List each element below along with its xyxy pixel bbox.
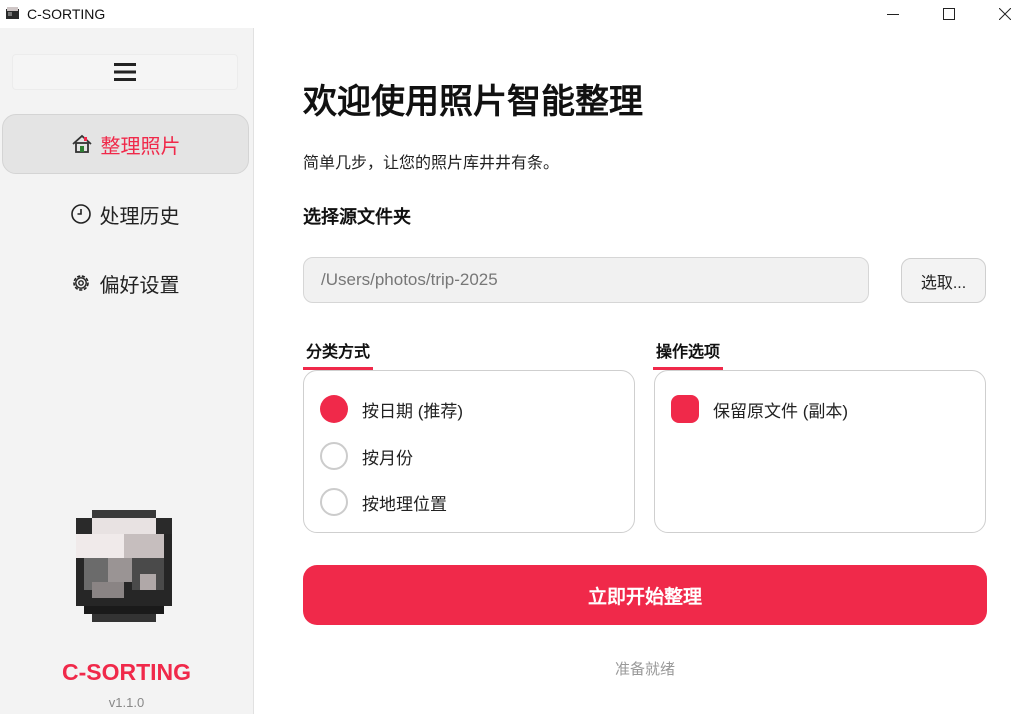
hamburger-menu-button[interactable] — [12, 54, 238, 90]
operation-options-heading: 操作选项 — [653, 338, 724, 370]
version-label: v1.1.0 — [108, 695, 145, 710]
gear-icon — [70, 272, 92, 294]
radio-unselected-icon — [320, 442, 348, 470]
maximize-icon — [943, 8, 955, 20]
option-label: 按地理位置 — [362, 494, 447, 514]
checkbox-checked-icon — [671, 395, 699, 423]
option-label: 按日期 (推荐) — [362, 401, 464, 421]
clock-icon — [70, 203, 92, 225]
operation-options-card: 保留原文件 (副本) — [654, 370, 986, 533]
sidebar-item-preferences[interactable]: 偏好设置 — [2, 254, 247, 312]
sort-option-by-location[interactable]: 按地理位置 — [320, 487, 447, 517]
minimize-icon — [887, 14, 899, 15]
sidebar: 整理照片 处理历史 偏好设置 C-SORTING v1.1.0 — [0, 28, 254, 714]
sidebar-item-label: 整理照片 — [100, 135, 181, 158]
source-folder-input[interactable] — [303, 257, 869, 303]
page-title: 欢迎使用照片智能整理 — [303, 83, 643, 121]
sort-option-by-date[interactable]: 按日期 (推荐) — [320, 394, 463, 424]
status-text: 准备就绪 — [614, 661, 675, 678]
app-logo — [76, 510, 172, 622]
radio-selected-icon — [320, 395, 348, 423]
source-folder-heading: 选择源文件夹 — [303, 207, 411, 227]
sidebar-item-label: 处理历史 — [99, 205, 180, 228]
radio-unselected-icon — [320, 488, 348, 516]
window-title: C-SORTING — [27, 6, 106, 22]
close-button[interactable] — [982, 0, 1024, 28]
sort-method-heading: 分类方式 — [303, 338, 374, 370]
page-subtitle: 简单几步，让您的照片库井井有条。 — [303, 155, 560, 172]
sidebar-item-label: 偏好设置 — [99, 274, 180, 297]
browse-button[interactable]: 选取... — [901, 258, 986, 303]
keep-original-checkbox[interactable]: 保留原文件 (副本) — [671, 394, 848, 424]
close-icon — [999, 8, 1011, 20]
app-logo-icon — [5, 6, 20, 20]
sidebar-item-organize[interactable]: 整理照片 — [2, 114, 249, 174]
sort-method-card: 按日期 (推荐) 按月份 按地理位置 — [303, 370, 635, 533]
sort-option-by-month[interactable]: 按月份 — [320, 441, 413, 471]
minimize-button[interactable] — [870, 0, 916, 28]
hamburger-icon — [114, 63, 136, 81]
brand-name: C-SORTING — [61, 659, 192, 685]
option-label: 保留原文件 (副本) — [713, 401, 849, 421]
sidebar-item-history[interactable]: 处理历史 — [2, 185, 247, 243]
home-icon — [71, 133, 93, 155]
title-bar: C-SORTING — [0, 0, 1024, 28]
option-label: 按月份 — [362, 448, 413, 468]
maximize-button[interactable] — [926, 0, 972, 28]
start-organizing-button[interactable]: 立即开始整理 — [303, 565, 987, 625]
